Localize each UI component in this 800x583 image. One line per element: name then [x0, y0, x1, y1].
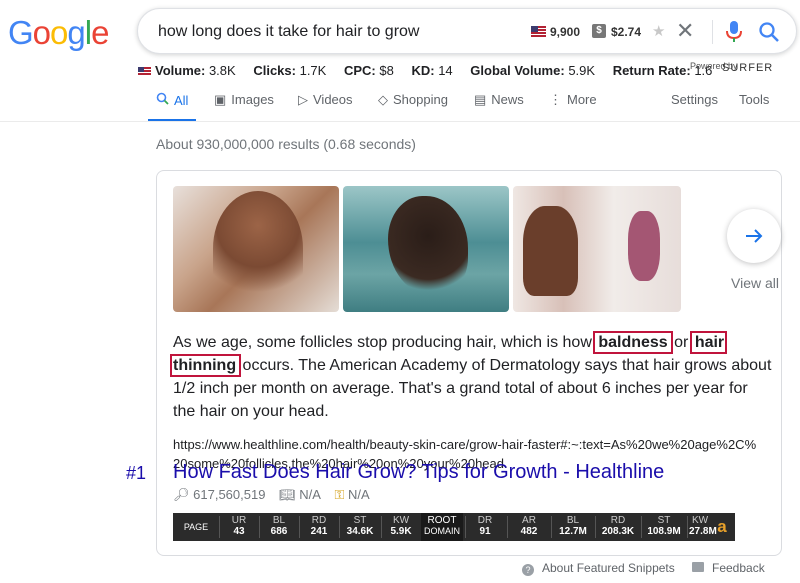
kd-value: 14 — [438, 63, 453, 78]
feedback-label: Feedback — [712, 561, 765, 575]
snippet-image-2[interactable] — [343, 186, 509, 312]
kd-label: KD: — [411, 63, 435, 78]
us-flag-icon — [531, 26, 546, 37]
snippet-text-part: or — [669, 334, 693, 351]
tab-news-label: News — [491, 92, 524, 107]
volume-value: 3.8K — [208, 63, 236, 78]
star-icon[interactable]: ★ — [652, 22, 665, 40]
bar-ar: AR 482 — [520, 515, 538, 537]
tab-shopping-label: Shopping — [393, 92, 448, 107]
tab-more-label: More — [567, 92, 597, 107]
bar-domain-rd: RD 208.3K — [601, 515, 635, 537]
search-input[interactable]: how long does it take for hair to grow — [158, 23, 419, 41]
snippet-text: As we age, some follicles stop producing… — [169, 331, 773, 423]
google-logo[interactable]: Google — [8, 14, 109, 52]
tab-videos[interactable]: ▷ Videos — [298, 92, 353, 122]
surfer-brand[interactable]: SURFER — [722, 62, 773, 74]
search-volume: 9,900 — [550, 25, 581, 39]
mini-score: 617,560,519 — [193, 487, 266, 502]
global-volume-label: Global Volume: — [470, 63, 565, 78]
bar-rd: RD 241 — [310, 515, 328, 537]
return-rate-label: Return Rate: — [612, 63, 691, 78]
global-volume-value: 5.9K — [568, 63, 596, 78]
tab-settings[interactable]: Settings — [671, 92, 718, 122]
volume-label: Volume: — [155, 63, 206, 78]
clear-search-icon[interactable]: ✕ — [676, 18, 694, 44]
snippet-text-part: As we age, some follicles stop producing… — [173, 334, 597, 351]
about-snippets-link[interactable]: ? About Featured Snippets — [522, 561, 675, 576]
feedback-icon — [692, 562, 704, 572]
bar-dr: DR 91 — [477, 515, 493, 537]
result-title-link[interactable]: How Fast Does Hair Grow? Tips for Growth… — [173, 461, 664, 484]
video-icon: ▷ — [298, 92, 308, 107]
search-cpc: $2.74 — [611, 25, 642, 39]
tab-more[interactable]: ⋮ More — [549, 92, 597, 122]
magnifier-icon: 🔎︎ — [173, 487, 190, 502]
key-icon: ⚿ — [334, 487, 345, 502]
divider — [712, 20, 713, 44]
us-flag-icon — [138, 67, 151, 76]
tab-all[interactable]: All — [147, 92, 198, 122]
tab-tools-label: Tools — [739, 92, 770, 107]
book-icon: 📖︎ — [279, 487, 296, 502]
about-snippets-label: About Featured Snippets — [542, 561, 675, 575]
search-icon[interactable] — [758, 21, 780, 43]
arrow-right-icon — [746, 229, 763, 243]
snippet-text-part: occurs. The American Academy of Dermatol… — [173, 357, 772, 420]
tab-shopping[interactable]: ◇ Shopping — [378, 92, 448, 122]
dollar-icon: $ — [592, 24, 606, 38]
bar-page-label: PAGE — [183, 522, 209, 532]
mini-key-value: N/A — [348, 487, 370, 502]
ahrefs-metrics-bar: PAGE UR 43 BL 686 RD 241 ST 34.6K KW 5.9K ROO… — [173, 513, 735, 541]
bar-domain-kw: KW 27.8M — [689, 515, 717, 537]
clicks-value: 1.7K — [299, 63, 327, 78]
ahrefs-logo[interactable]: a — [713, 517, 731, 537]
microphone-icon[interactable] — [726, 21, 742, 43]
view-all-label[interactable]: View all — [731, 275, 779, 291]
image-icon: ▣ — [214, 92, 227, 107]
keyword-metrics: Volume: 3.8K Clicks: 1.7K CPC: $8 KD: 14… — [138, 63, 726, 78]
tag-icon: ◇ — [378, 92, 388, 107]
bar-root-domain: ROOT DOMAIN — [421, 513, 463, 541]
tab-news[interactable]: ▤ News — [474, 92, 524, 122]
tab-tools[interactable]: Tools — [739, 92, 769, 122]
tab-videos-label: Videos — [313, 92, 353, 107]
cpc-value: $8 — [379, 63, 394, 78]
tab-images-label: Images — [231, 92, 274, 107]
help-icon: ? — [522, 564, 534, 576]
bar-domain-bl: BL 12.7M — [559, 515, 587, 537]
clicks-label: Clicks: — [253, 63, 296, 78]
feedback-link[interactable]: Feedback — [692, 561, 765, 575]
bar-ur: UR 43 — [231, 515, 247, 537]
bar-kw: KW 5.9K — [390, 515, 412, 537]
more-vert-icon: ⋮ — [549, 92, 562, 107]
cpc-label: CPC: — [343, 63, 376, 78]
divider — [0, 121, 800, 122]
rank-number: #1 — [126, 463, 147, 483]
tab-settings-label: Settings — [671, 92, 718, 107]
search-icon — [156, 92, 169, 105]
result-stats: About 930,000,000 results (0.68 seconds) — [156, 136, 416, 152]
news-icon: ▤ — [474, 92, 487, 107]
bar-bl: BL 686 — [270, 515, 288, 537]
featured-snippet: View all As we age, some follicles stop … — [126, 170, 782, 556]
bar-domain-st: ST 108.9M — [647, 515, 681, 537]
bar-st: ST 34.6K — [346, 515, 374, 537]
snippet-image-3[interactable] — [513, 186, 681, 312]
tab-images[interactable]: ▣ Images — [214, 92, 274, 122]
snippet-image-1[interactable] — [173, 186, 339, 312]
mini-book-value: N/A — [299, 487, 321, 502]
search-box[interactable]: how long does it take for hair to grow 9… — [137, 8, 797, 54]
result-mini-metrics: 🔎︎ 617,560,519 📖︎ N/A ⚿ N/A — [173, 487, 380, 503]
tab-all-label: All — [174, 93, 189, 108]
view-all-button[interactable] — [727, 209, 781, 263]
highlight-baldness: baldness — [593, 331, 673, 354]
